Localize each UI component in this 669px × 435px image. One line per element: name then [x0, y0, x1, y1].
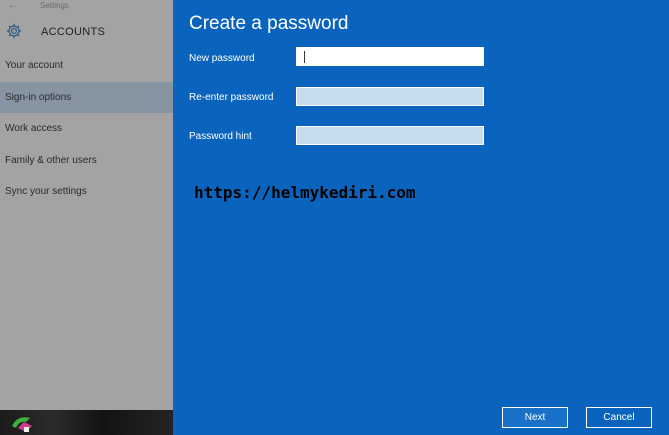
- password-hint-label: Password hint: [189, 131, 252, 142]
- new-password-field[interactable]: [296, 47, 484, 66]
- section-title: ACCOUNTS: [41, 26, 106, 38]
- back-arrow-icon[interactable]: ←: [8, 0, 18, 12]
- taskbar-app-icon[interactable]: [8, 412, 38, 434]
- gear-icon: [6, 23, 22, 39]
- nav-item-sign-in-options[interactable]: Sign-in options: [0, 81, 173, 113]
- text-caret: [304, 51, 305, 63]
- password-hint-field[interactable]: [296, 126, 484, 145]
- watermark-text: https://helmykediri.com: [194, 183, 416, 202]
- create-password-dialog: Create a password New password Re-enter …: [173, 0, 669, 435]
- reenter-password-field[interactable]: [296, 87, 484, 106]
- new-password-label: New password: [189, 53, 255, 64]
- nav-item-sync-settings[interactable]: Sync your settings: [0, 176, 173, 208]
- reenter-password-label: Re-enter password: [189, 92, 274, 103]
- dialog-title: Create a password: [189, 13, 349, 34]
- taskbar: [0, 410, 173, 435]
- nav-item-your-account[interactable]: Your account: [0, 50, 173, 82]
- cancel-button[interactable]: Cancel: [586, 407, 652, 428]
- settings-nav: Your account Sign-in options Work access…: [0, 50, 173, 208]
- section-header: ACCOUNTS: [0, 18, 173, 48]
- titlebar: ← Settings: [0, 0, 173, 14]
- nav-item-family-other-users[interactable]: Family & other users: [0, 145, 173, 177]
- next-button[interactable]: Next: [502, 407, 568, 428]
- settings-panel: ← Settings ACCOUNTS Your account Sign-in…: [0, 0, 173, 410]
- app-title: Settings: [40, 1, 69, 10]
- nav-item-work-access[interactable]: Work access: [0, 113, 173, 145]
